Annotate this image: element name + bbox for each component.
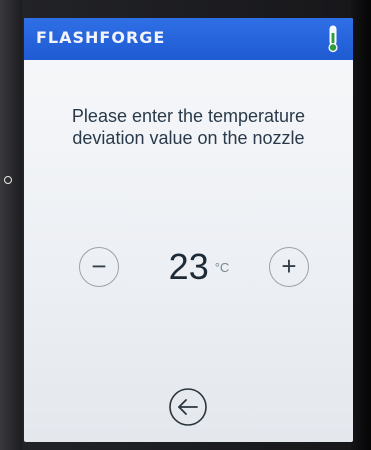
back-button[interactable] xyxy=(168,387,208,427)
decrement-button[interactable]: − xyxy=(79,247,119,287)
device-bezel-left xyxy=(0,0,22,450)
back-arrow-icon xyxy=(169,388,207,426)
title-bar: FLASHFORGE xyxy=(24,18,353,60)
device-frame: FLASHFORGE Please enter the temperature … xyxy=(0,0,371,450)
device-bezel-right xyxy=(351,0,371,450)
value-display: 23 °C xyxy=(134,246,264,288)
instruction-text: Please enter the temperature deviation v… xyxy=(71,106,306,148)
bezel-mark xyxy=(4,176,12,184)
brand-logo: FLASHFORGE xyxy=(36,28,166,47)
deviation-value: 23 xyxy=(168,246,209,287)
unit-label: °C xyxy=(214,259,230,275)
increment-button[interactable]: + xyxy=(269,247,309,287)
touch-screen: FLASHFORGE Please enter the temperature … xyxy=(24,18,353,442)
thermometer-icon xyxy=(327,25,339,53)
